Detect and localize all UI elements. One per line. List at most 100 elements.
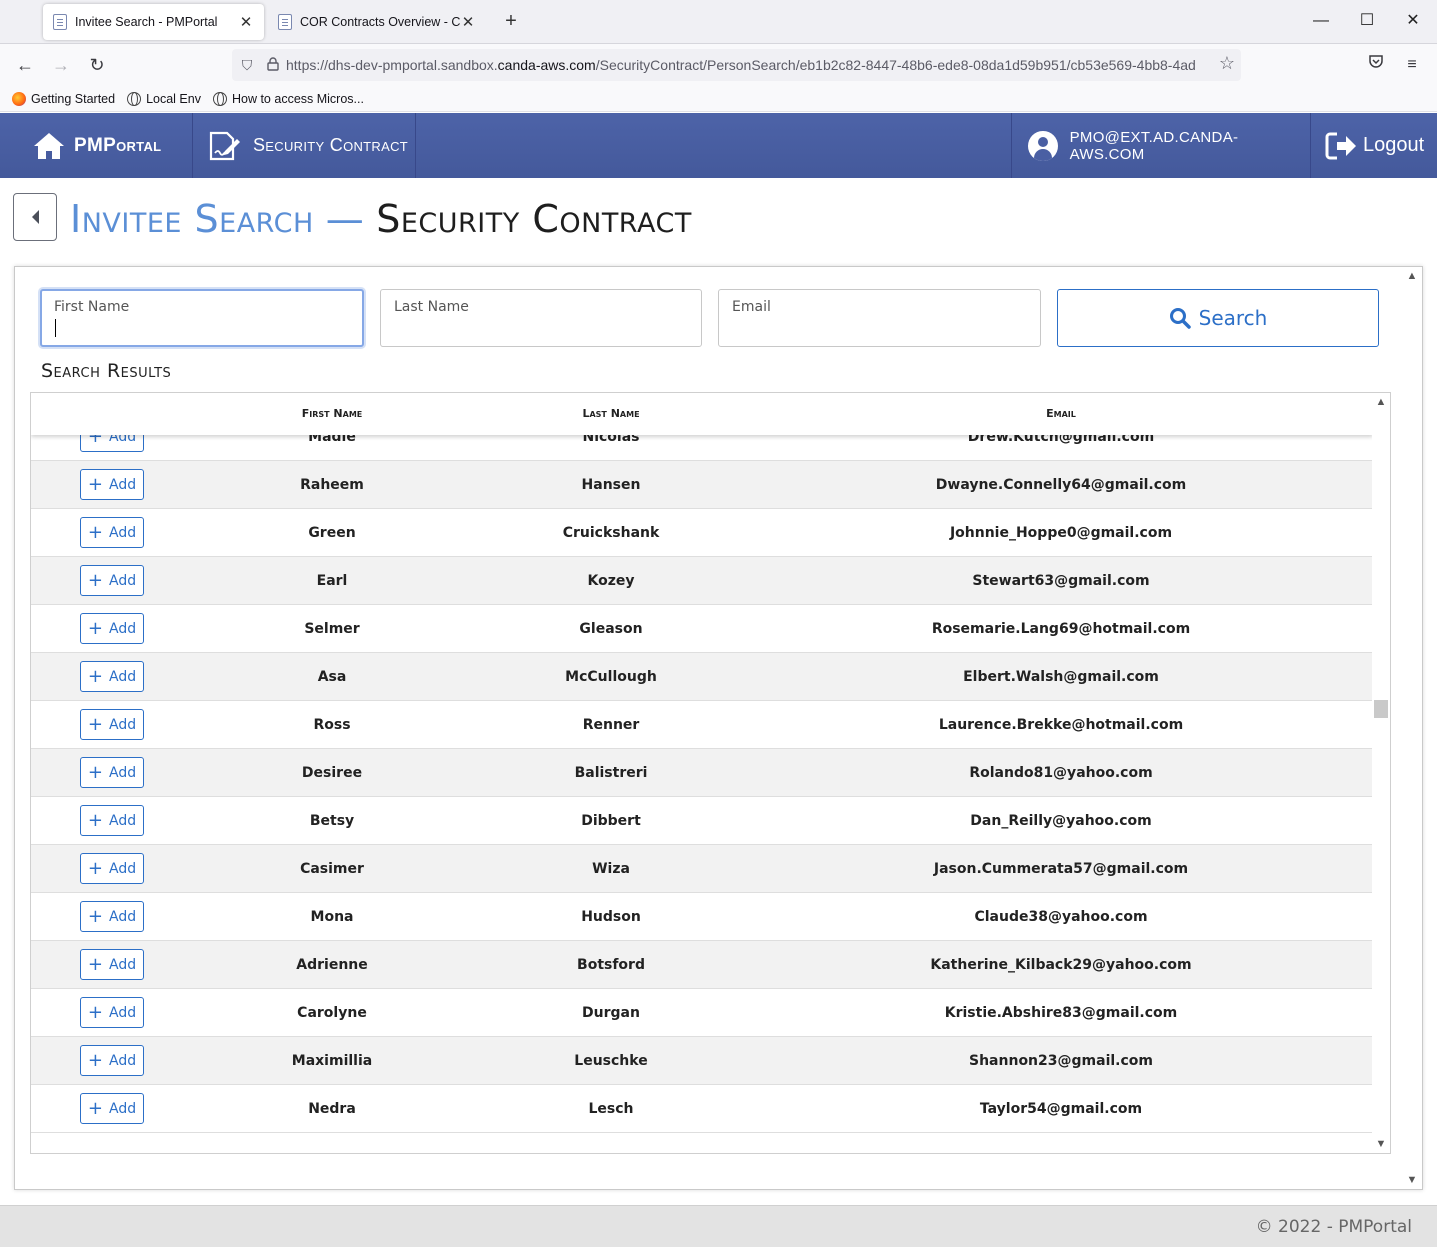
- add-button-label: Add: [108, 620, 137, 637]
- bookmark-star-icon[interactable]: ☆: [1219, 53, 1235, 74]
- minimize-icon[interactable]: —: [1301, 8, 1341, 34]
- add-button-label: Add: [108, 1100, 137, 1117]
- cell-email: Johnnie_Hoppe0@gmail.com: [949, 525, 1173, 541]
- logout-label: Logout: [1363, 134, 1425, 156]
- table-row: + Add Earl Kozey Stewart63@gmail.com: [31, 557, 1373, 605]
- tab-title: Invitee Search - PMPortal: [75, 15, 218, 29]
- column-header-last-name[interactable]: Last Name: [582, 407, 639, 420]
- back-arrow-icon[interactable]: ←: [11, 51, 39, 79]
- scroll-up-icon[interactable]: ▲: [1374, 395, 1388, 409]
- column-header-email[interactable]: Email: [1046, 407, 1076, 420]
- add-button-label: Add: [108, 908, 137, 925]
- add-invitee-button[interactable]: + Add: [80, 469, 144, 500]
- close-window-icon[interactable]: ✕: [1393, 8, 1433, 34]
- cell-last-name: Gleason: [579, 621, 643, 637]
- first-name-field[interactable]: First Name: [40, 289, 364, 347]
- scroll-down-icon[interactable]: ▼: [1374, 1137, 1388, 1151]
- add-button-label: Add: [108, 1052, 137, 1069]
- add-invitee-button[interactable]: + Add: [80, 901, 144, 932]
- bookmark-getting-started[interactable]: Getting Started: [12, 91, 116, 106]
- page-title: Invitee Search — Security Contract: [70, 193, 692, 245]
- cell-email: Shannon23@gmail.com: [969, 1053, 1153, 1069]
- cell-first-name: Maximillia: [291, 1053, 373, 1069]
- add-invitee-button[interactable]: + Add: [80, 517, 144, 548]
- brand-home-link[interactable]: PMPortal: [0, 113, 193, 178]
- add-invitee-button[interactable]: + Add: [80, 853, 144, 884]
- plus-icon: +: [87, 1097, 103, 1119]
- plus-icon: +: [87, 569, 103, 591]
- cell-first-name: Raheem: [300, 477, 364, 493]
- scroll-thumb[interactable]: [1374, 700, 1388, 718]
- cell-first-name: Casimer: [300, 861, 364, 877]
- email-field[interactable]: Email: [718, 289, 1041, 347]
- column-header-first-name[interactable]: First Name: [302, 407, 363, 420]
- last-name-field[interactable]: Last Name: [380, 289, 702, 347]
- maximize-icon[interactable]: ☐: [1347, 8, 1387, 34]
- plus-icon: +: [87, 905, 103, 927]
- cell-last-name: Balistreri: [574, 765, 648, 781]
- add-invitee-button[interactable]: + Add: [80, 805, 144, 836]
- add-invitee-button[interactable]: + Add: [80, 1045, 144, 1076]
- shield-icon[interactable]: ⛉: [232, 57, 262, 74]
- reload-icon[interactable]: ↻: [83, 51, 111, 79]
- close-tab-icon[interactable]: ✕: [460, 13, 476, 31]
- scroll-down-icon[interactable]: ▼: [1405, 1173, 1419, 1187]
- cell-email: Stewart63@gmail.com: [972, 573, 1150, 589]
- table-row: + Add Raheem Hansen Dwayne.Connelly64@gmail.…: [31, 461, 1373, 509]
- add-invitee-button[interactable]: + Add: [80, 613, 144, 644]
- add-invitee-button[interactable]: + Add: [80, 1093, 144, 1124]
- email-input[interactable]: [732, 324, 1027, 340]
- cell-email: Elbert.Walsh@gmail.com: [963, 669, 1159, 685]
- bookmark-how-to-access[interactable]: How to access Micros...: [212, 91, 364, 106]
- add-invitee-button[interactable]: + Add: [80, 997, 144, 1028]
- new-tab-icon[interactable]: +: [500, 10, 522, 33]
- cell-first-name: Adrienne: [296, 957, 368, 973]
- lock-icon[interactable]: [262, 56, 284, 74]
- bookmark-local-env[interactable]: Local Env: [127, 91, 201, 106]
- nav-security-contract[interactable]: Security Contract: [193, 113, 416, 178]
- address-bar[interactable]: ⛉ https://dhs-dev-pmportal.sandbox.canda…: [232, 49, 1241, 81]
- plus-icon: +: [87, 1001, 103, 1023]
- logout-button[interactable]: Logout: [1311, 113, 1437, 178]
- cell-first-name: Desiree: [301, 765, 363, 781]
- url-domain: canda-aws.com: [497, 57, 596, 73]
- add-invitee-button[interactable]: + Add: [80, 661, 144, 692]
- table-row: + Add Adrienne Botsford Katherine_Kilback29@…: [31, 941, 1373, 989]
- bookmark-label: Getting Started: [31, 91, 116, 106]
- bookmark-label: Local Env: [146, 91, 201, 106]
- add-button-label: Add: [108, 812, 137, 829]
- back-button[interactable]: [13, 193, 57, 241]
- menu-icon[interactable]: ≡: [1398, 51, 1426, 79]
- plus-icon: +: [87, 761, 103, 783]
- first-name-input[interactable]: [55, 323, 349, 339]
- email-label: Email: [732, 299, 771, 315]
- page-title-primary: Invitee Search: [70, 197, 314, 241]
- add-invitee-button[interactable]: + Add: [80, 757, 144, 788]
- user-avatar-icon: [1028, 130, 1058, 161]
- tab-title: COR Contracts Overview - CorP: [300, 15, 460, 29]
- user-account[interactable]: PMO@EXT.AD.CANDA-AWS.COM: [1011, 113, 1311, 178]
- scroll-up-icon[interactable]: ▲: [1405, 269, 1419, 283]
- browser-tabstrip: Invitee Search - PMPortal ✕ COR Contract…: [0, 0, 1437, 44]
- add-invitee-button[interactable]: + Add: [80, 565, 144, 596]
- cell-email: Kristie.Abshire83@gmail.com: [944, 1005, 1178, 1021]
- table-row: + Add Maximillia Leuschke Shannon23@gmail.co…: [31, 1037, 1373, 1085]
- close-tab-icon[interactable]: ✕: [238, 13, 254, 31]
- cell-first-name: Green: [308, 525, 356, 541]
- search-button[interactable]: Search: [1057, 289, 1379, 347]
- brand-name: PMPortal: [74, 134, 162, 156]
- pocket-icon[interactable]: [1362, 51, 1390, 79]
- browser-tab-inactive[interactable]: COR Contracts Overview - CorP ✕: [268, 4, 486, 40]
- results-grid: First Name Last Name Email + Add Madie Nico…: [30, 392, 1391, 1154]
- last-name-input[interactable]: [394, 324, 688, 340]
- add-invitee-button[interactable]: + Add: [80, 709, 144, 740]
- browser-tab-active[interactable]: Invitee Search - PMPortal ✕: [43, 4, 264, 40]
- panel-scrollbar[interactable]: ▲ ▼: [1402, 267, 1422, 1189]
- grid-scrollbar[interactable]: ▲ ▼: [1372, 393, 1390, 1153]
- add-invitee-button[interactable]: + Add: [80, 949, 144, 980]
- cell-last-name: Renner: [582, 717, 640, 733]
- table-row: + Add Nedra Lesch Taylor54@gmail.com: [31, 1085, 1373, 1133]
- add-button-label: Add: [108, 1004, 137, 1021]
- cell-first-name: Ross: [313, 717, 351, 733]
- forward-arrow-icon[interactable]: →: [47, 51, 75, 79]
